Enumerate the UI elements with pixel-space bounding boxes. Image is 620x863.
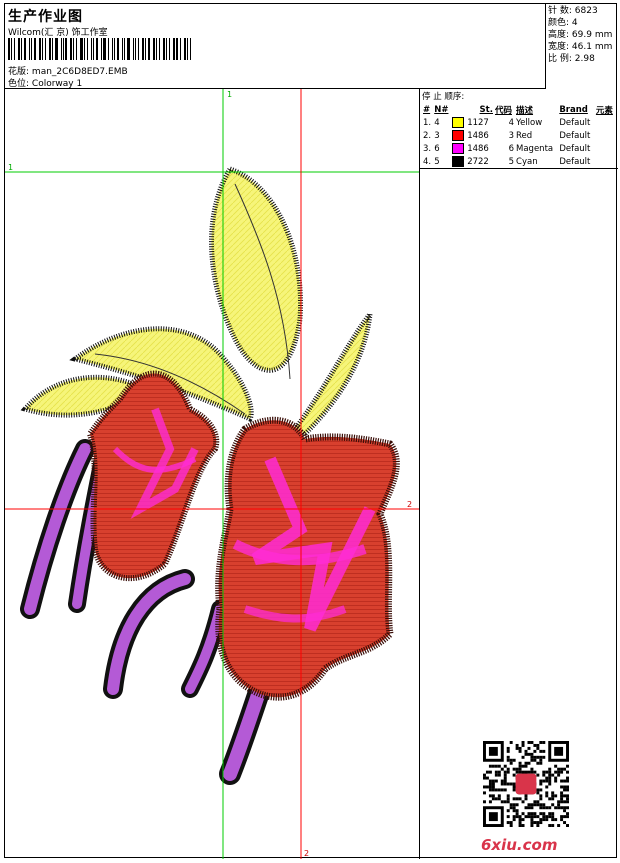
col-brand: Brand — [559, 104, 588, 115]
row-needle: 3 — [434, 130, 440, 141]
row-element — [595, 116, 616, 129]
row-code: 3 — [508, 130, 515, 141]
row-needle: 6 — [434, 143, 440, 154]
row-description: Magenta — [516, 143, 554, 154]
qr-code — [483, 741, 569, 827]
table-row: 3. 6 1486 6 Magenta Default — [422, 142, 616, 155]
row-description: Red — [516, 130, 533, 141]
row-needle: 5 — [434, 156, 440, 167]
leaf-top — [209, 165, 304, 380]
embroidery-design: 1 1 2 2 — [5, 89, 419, 859]
green-guide-label-top: 1 — [227, 90, 232, 99]
col-index: # — [423, 104, 431, 115]
company-name: Wilcom(汇 京) 饰工作室 — [8, 28, 108, 38]
row-code: 5 — [508, 156, 515, 167]
row-code: 4 — [508, 117, 515, 128]
production-sheet: 生产作业图 Wilcom(汇 京) 饰工作室 花版: man_2C6D8ED7.… — [4, 3, 618, 859]
red-guide-label-right: 2 — [407, 500, 412, 509]
table-row: 4. 5 2722 5 Cyan Default — [422, 155, 616, 168]
row-description: Cyan — [516, 156, 538, 167]
row-element — [595, 155, 616, 168]
barcode — [8, 38, 194, 60]
stat-colors: 颜色: 4 — [548, 18, 578, 28]
leaf-right — [291, 305, 374, 438]
colorway-name: Colorway 1 — [31, 79, 83, 89]
row-description: Yellow — [516, 117, 543, 128]
stat-stitches: 针 数: 6823 — [548, 6, 598, 16]
green-guide-label-left: 1 — [8, 163, 13, 172]
row-needle: 4 — [434, 117, 440, 128]
row-stitches: 1127 — [451, 116, 494, 129]
stop-sequence-title: 停 止 顺序: — [422, 92, 465, 102]
row-brand: Default — [559, 156, 591, 167]
color-swatch — [452, 117, 465, 128]
colorway-row: 色位: Colorway 1 — [8, 76, 82, 89]
col-needle: N# — [434, 104, 449, 115]
row-index: 1. — [423, 117, 432, 128]
table-row: 2. 3 1486 3 Red Default — [422, 129, 616, 142]
stop-sequence-table: # N# St. 代码 描述 Brand 元素 1. 4 1127 4 Yellow De… — [422, 103, 616, 168]
row-brand: Default — [559, 117, 591, 128]
color-swatch — [452, 143, 465, 154]
stat-width: 宽度: 46.1 mm — [548, 42, 613, 52]
row-stitches: 1486 — [451, 129, 494, 142]
stats-panel: 针 数: 6823 颜色: 4 高度: 69.9 mm 宽度: 46.1 mm … — [546, 4, 618, 89]
color-swatch — [452, 130, 465, 141]
sheet-title: 生产作业图 — [8, 9, 83, 25]
col-description: 描述 — [516, 105, 534, 116]
red-guide-label-bottom: 2 — [304, 849, 309, 858]
row-stitches: 1486 — [451, 142, 494, 155]
col-code: 代码 — [494, 105, 512, 116]
design-canvas: 1 1 2 2 — [5, 89, 420, 859]
row-index: 4. — [423, 156, 432, 167]
row-stitches: 2722 — [451, 155, 494, 168]
color-swatch — [452, 156, 465, 167]
row-element — [595, 129, 616, 142]
row-index: 2. — [423, 130, 432, 141]
flower-right — [215, 416, 400, 701]
stat-height: 高度: 69.9 mm — [548, 30, 613, 40]
sheet-header: 生产作业图 Wilcom(汇 京) 饰工作室 花版: man_2C6D8ED7.… — [5, 4, 546, 89]
row-code: 6 — [508, 143, 515, 154]
table-header-row: # N# St. 代码 描述 Brand 元素 — [422, 103, 616, 116]
col-stitches: St. — [479, 104, 493, 115]
row-brand: Default — [559, 130, 591, 141]
row-index: 3. — [423, 143, 432, 154]
col-element: 元素 — [595, 105, 613, 116]
colorway-label: 色位: — [8, 79, 30, 89]
row-brand: Default — [559, 143, 591, 154]
row-element — [595, 142, 616, 155]
stat-scale: 比 例: 2.98 — [548, 54, 595, 64]
stop-sequence-panel: 停 止 顺序: # N# St. 代码 描述 Brand 元素 1. 4 1127 4… — [420, 89, 618, 169]
table-row: 1. 4 1127 4 Yellow Default — [422, 116, 616, 129]
site-watermark: 6xiu.com — [481, 836, 558, 854]
